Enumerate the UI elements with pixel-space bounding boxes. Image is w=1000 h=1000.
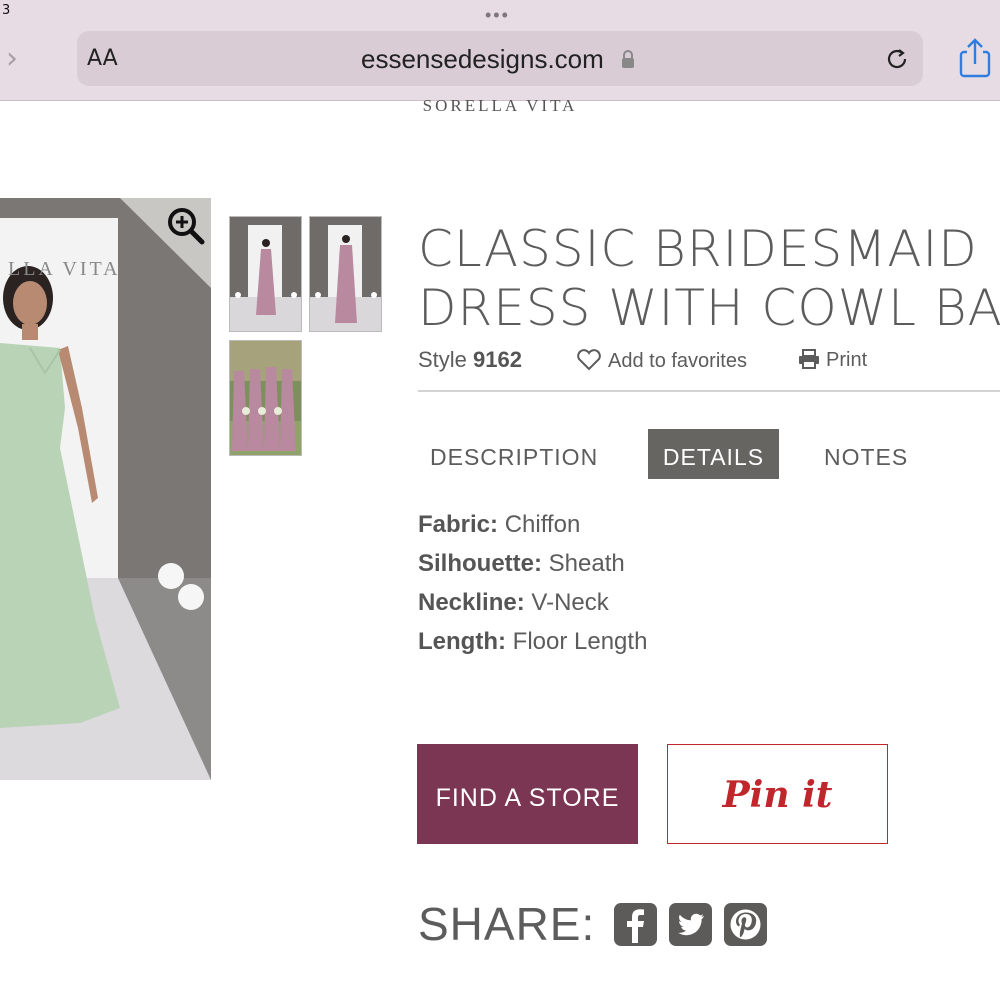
printer-icon	[799, 349, 819, 369]
tab-description[interactable]: DESCRIPTION	[430, 429, 598, 479]
pinterest-icon	[730, 909, 761, 940]
twitter-share-button[interactable]	[669, 903, 712, 946]
status-number: 3	[2, 3, 11, 18]
style-label: Style	[418, 347, 467, 372]
runway-photo	[0, 198, 211, 780]
pinterest-share-button[interactable]	[724, 903, 767, 946]
pin-it-button[interactable]: Pin it	[667, 744, 888, 844]
detail-key: Neckline:	[418, 589, 525, 616]
detail-neckline: Neckline: V-Neck	[418, 589, 609, 617]
reload-icon[interactable]	[883, 45, 911, 73]
detail-value: Chiffon	[504, 511, 581, 538]
brand-logo[interactable]: SORELLA VITA	[0, 96, 1000, 116]
thumbnail-group-image	[230, 341, 301, 455]
thumbnail-front-image	[230, 217, 301, 331]
facebook-icon	[627, 909, 644, 943]
twitter-icon	[678, 913, 704, 936]
more-dots-icon[interactable]: •••	[485, 6, 510, 24]
thumbnail-back-image	[310, 217, 381, 331]
product-title: CLASSIC BRIDESMAID DRESS WITH COWL BAC	[418, 220, 1000, 338]
detail-key: Silhouette:	[418, 550, 542, 577]
zoom-in-icon[interactable]	[166, 206, 206, 246]
tab-details[interactable]: DETAILS	[648, 429, 779, 479]
add-to-favorites-link[interactable]: Add to favorites	[576, 349, 747, 373]
thumbnail-group[interactable]	[229, 340, 302, 456]
share-sheet-icon[interactable]	[957, 38, 993, 78]
style-number: Style 9162	[418, 347, 522, 373]
main-product-image[interactable]: LLA VITA	[0, 198, 211, 780]
browser-toolbar: 3 ••• › AA essensedesigns.com	[0, 0, 1000, 101]
facebook-share-button[interactable]	[614, 903, 657, 946]
style-value: 9162	[473, 347, 522, 372]
lock-icon	[622, 50, 634, 68]
share-label: SHARE:	[418, 898, 596, 950]
detail-key: Length:	[418, 628, 506, 655]
favorites-label: Add to favorites	[608, 350, 747, 372]
print-label: Print	[826, 349, 868, 371]
detail-value: Sheath	[548, 550, 625, 577]
url-text[interactable]: essensedesigns.com	[361, 44, 604, 75]
product-title-line2: DRESS WITH COWL BAC	[418, 279, 1000, 337]
detail-fabric: Fabric: Chiffon	[418, 511, 580, 539]
backdrop-text: LLA VITA	[8, 258, 121, 280]
text-size-button[interactable]: AA	[87, 46, 118, 71]
detail-value: Floor Length	[512, 628, 648, 655]
detail-length: Length: Floor Length	[418, 628, 647, 656]
print-link[interactable]: Print	[798, 349, 867, 372]
thumbnail-back[interactable]	[309, 216, 382, 332]
detail-value: V-Neck	[531, 589, 609, 616]
heart-icon	[577, 349, 601, 371]
thumbnail-front[interactable]	[229, 216, 302, 332]
detail-silhouette: Silhouette: Sheath	[418, 550, 625, 578]
product-title-line1: CLASSIC BRIDESMAID	[418, 220, 978, 278]
tab-notes[interactable]: NOTES	[824, 429, 908, 479]
detail-key: Fabric:	[418, 511, 499, 538]
address-bar[interactable]: AA essensedesigns.com	[77, 31, 923, 86]
divider	[418, 390, 1000, 392]
find-a-store-button[interactable]: FIND A STORE	[417, 744, 638, 844]
forward-arrow-icon[interactable]: ›	[6, 44, 18, 74]
